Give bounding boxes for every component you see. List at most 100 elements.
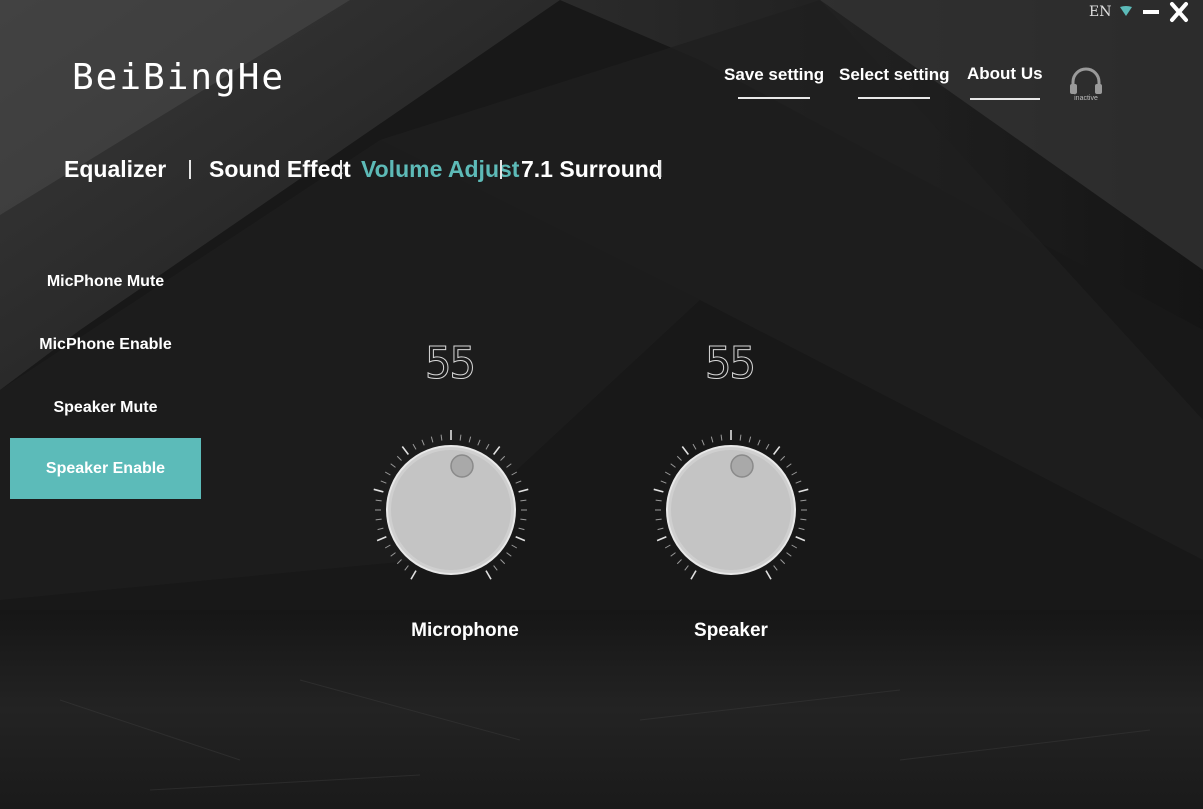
microphone-volume-knob[interactable]	[366, 425, 536, 595]
sidebar-item-speaker-enable[interactable]: Speaker Enable	[10, 438, 201, 499]
knob-tick	[459, 434, 462, 441]
knob-tick	[757, 439, 761, 446]
knob-tick	[795, 480, 802, 484]
knob-tick	[655, 518, 662, 521]
speaker-volume-readout: 55	[705, 338, 757, 390]
knob-tick	[676, 455, 682, 461]
knob-tick	[373, 488, 384, 493]
knob-tick	[720, 434, 723, 441]
knob-tick	[798, 488, 809, 493]
knob-tick	[795, 536, 806, 542]
knob-tick	[655, 499, 662, 502]
knob-tick	[798, 527, 805, 531]
headset-icon[interactable]: inactive	[1068, 65, 1104, 103]
knob-tick	[786, 552, 792, 557]
knob-tick	[384, 471, 391, 476]
speaker-label: Speaker	[694, 620, 768, 641]
knob-tick	[791, 544, 798, 549]
knob-tick	[375, 499, 382, 502]
language-selector[interactable]: EN	[1089, 4, 1111, 20]
sidebar-item-micphone-mute[interactable]: MicPhone Mute	[10, 251, 201, 312]
knob-tick	[401, 446, 410, 455]
knob-tick	[518, 488, 529, 493]
knob-tick	[660, 480, 667, 484]
knob-tick	[800, 499, 807, 502]
knob-tick	[664, 471, 671, 476]
sidebar-item-micphone-enable[interactable]: MicPhone Enable	[10, 314, 201, 375]
tab-separator	[500, 160, 502, 179]
knob-tick	[390, 552, 396, 557]
knob-tick	[657, 527, 664, 531]
knob-tick	[739, 434, 742, 441]
knob-tick	[493, 565, 498, 571]
knob-tick	[410, 570, 417, 580]
knob-tick	[765, 443, 770, 450]
knob-tick	[485, 443, 490, 450]
knob-tick	[384, 544, 391, 549]
about-us-link[interactable]: About Us	[967, 64, 1043, 100]
brand-logo: BeiBingHe	[72, 57, 286, 98]
knob-tick	[791, 471, 798, 476]
knob-tick	[664, 544, 671, 549]
knob-tick	[518, 527, 525, 531]
knob-tick	[376, 536, 387, 542]
caret-down-icon[interactable]	[1119, 5, 1133, 17]
knob-tick	[492, 446, 501, 455]
knob-tick	[375, 518, 382, 521]
knob-tick	[412, 443, 417, 450]
tab-separator	[340, 160, 342, 179]
knob-tick	[421, 439, 425, 446]
knob-tick	[515, 536, 526, 542]
knob-tick	[520, 518, 527, 521]
knob-tick	[780, 559, 786, 565]
knob-tick	[515, 480, 522, 484]
microphone-volume-readout: 55	[425, 338, 477, 390]
knob-tick	[800, 518, 807, 521]
knob-tick	[477, 439, 481, 446]
knob-tick	[710, 436, 714, 443]
speaker-volume-knob[interactable]	[646, 425, 816, 595]
knob-tick	[748, 436, 752, 443]
sidebar-item-speaker-mute[interactable]: Speaker Mute	[10, 377, 201, 438]
knob-tick	[430, 436, 434, 443]
close-icon[interactable]	[1169, 1, 1189, 23]
tab-sound-effect[interactable]: Sound Effect	[209, 156, 351, 183]
device-status-label: inactive	[1074, 95, 1098, 102]
knob-tick	[500, 455, 506, 461]
tab-equalizer[interactable]: Equalizer	[64, 156, 166, 183]
microphone-label: Microphone	[411, 620, 519, 641]
knob-tick	[780, 455, 786, 461]
knob-tick	[772, 446, 781, 455]
knob-tick	[506, 463, 512, 468]
knob-tick	[390, 463, 396, 468]
knob-tick	[765, 570, 772, 580]
minimize-icon[interactable]	[1143, 4, 1159, 20]
tab-volume-adjust[interactable]: Volume Adjust	[361, 156, 519, 183]
knob-tick	[670, 552, 676, 557]
about-us-label: About Us	[967, 64, 1043, 83]
save-setting-link[interactable]: Save setting	[724, 65, 824, 99]
knob-tick	[701, 439, 705, 446]
knob-tick	[520, 499, 527, 502]
knob-tick	[690, 570, 697, 580]
knob-tick	[773, 565, 778, 571]
knob-indicator	[450, 454, 474, 478]
knob-tick	[396, 559, 402, 565]
knob-tick	[506, 552, 512, 557]
knob-tick	[511, 471, 518, 476]
nav-underline	[858, 97, 931, 99]
knob-tick	[500, 559, 506, 565]
knob-tick	[676, 559, 682, 565]
tab-separator	[189, 160, 191, 179]
knob-indicator	[730, 454, 754, 478]
knob-tick	[786, 463, 792, 468]
tab-separator	[659, 160, 661, 179]
knob-tick	[656, 536, 667, 542]
tab-7-1-surround[interactable]: 7.1 Surround	[521, 156, 663, 183]
knob-tick	[670, 463, 676, 468]
knob-tick	[396, 455, 402, 461]
select-setting-label: Select setting	[839, 65, 950, 84]
knob-tick	[511, 544, 518, 549]
select-setting-link[interactable]: Select setting	[839, 65, 950, 99]
knob-tick	[468, 436, 472, 443]
